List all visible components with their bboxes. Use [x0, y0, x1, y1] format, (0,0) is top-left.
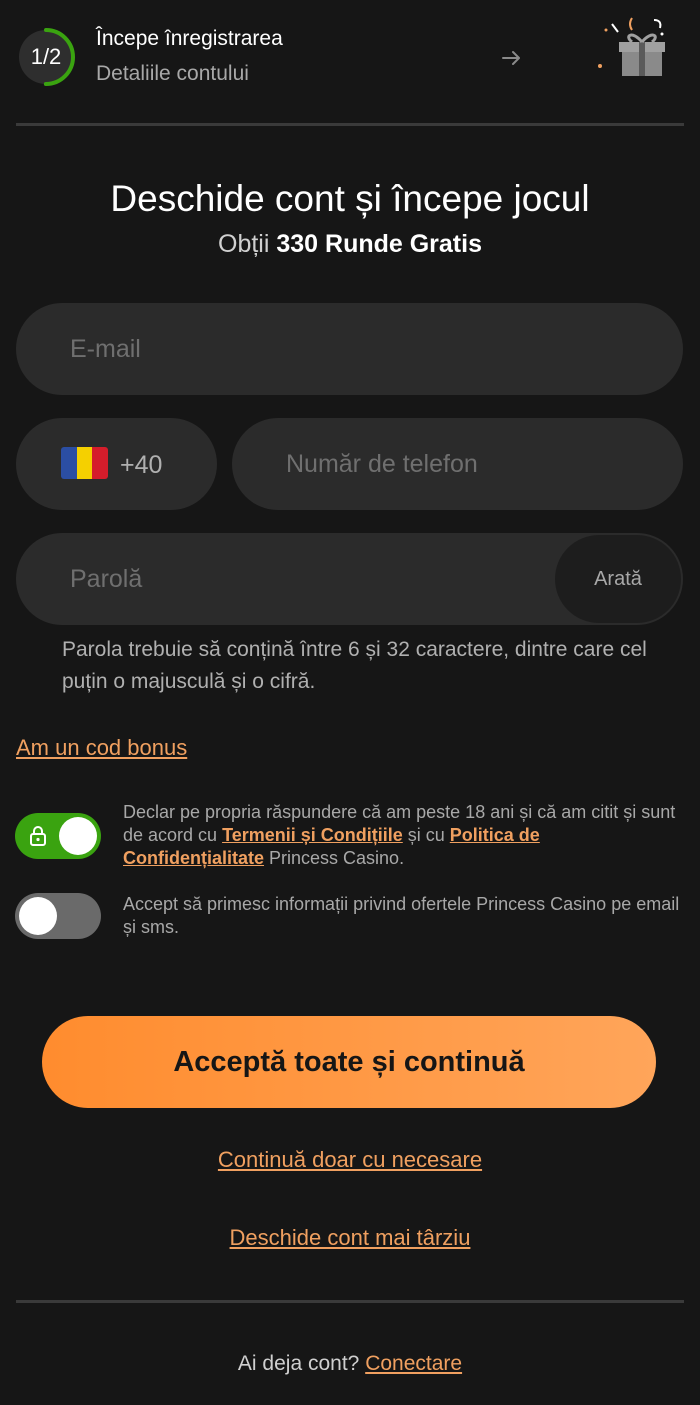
romania-flag-icon [61, 447, 108, 479]
continue-necessary-link: Continuă doar cu necesare [0, 1147, 700, 1173]
footer-question: Ai deja cont? [237, 1352, 366, 1375]
continue-necessary-link-text[interactable]: Continuă doar cu necesare [218, 1147, 482, 1172]
page-title: Deschide cont și începe jocul [110, 178, 590, 219]
header-subtitle: Detaliile contului [96, 62, 249, 85]
footer-divider [16, 1300, 684, 1303]
terms-text-3: Princess Casino. [264, 848, 405, 868]
terms-link[interactable]: Termenii și Condițiile [222, 825, 403, 845]
marketing-consent-text: Accept să primesc informații privind ofe… [123, 894, 680, 937]
flag-stripe [76, 447, 93, 479]
toggle-knob [59, 817, 97, 855]
bonus-code-link[interactable]: Am un cod bonus [16, 735, 187, 761]
terms-toggle[interactable] [15, 813, 101, 859]
open-account-later-link-text[interactable]: Deschide cont mai târziu [230, 1225, 471, 1250]
country-code-select[interactable]: +40 [16, 418, 217, 510]
country-code: +40 [120, 451, 163, 479]
show-password-button[interactable]: Arată [555, 535, 681, 623]
email-input[interactable] [16, 303, 683, 395]
password-hint: Parola trebuie să conțină între 6 și 32 … [62, 638, 647, 693]
subtitle-bonus: 330 Runde Gratis [276, 230, 482, 258]
login-link[interactable]: Conectare [365, 1352, 462, 1375]
page-subtitle: Obții 330 Runde Gratis [0, 230, 700, 259]
header-divider [16, 123, 684, 126]
arrow-right-icon[interactable] [500, 46, 524, 70]
footer: Ai deja cont? Conectare [0, 1352, 700, 1376]
phone-input[interactable] [232, 418, 683, 510]
flag-stripe [92, 447, 108, 479]
marketing-toggle[interactable] [15, 893, 101, 939]
header-title: Începe înregistrarea [96, 27, 283, 50]
step-indicator: 1/2 [30, 44, 62, 69]
accept-all-continue-button[interactable]: Acceptă toate și continuă [42, 1016, 656, 1108]
terms-consent-text: Declar pe propria răspundere că am peste… [123, 801, 683, 870]
open-account-later-link: Deschide cont mai târziu [0, 1225, 700, 1251]
subtitle-prefix: Obții [218, 230, 277, 258]
flag-stripe [61, 447, 77, 479]
terms-text-2: și cu [402, 825, 450, 845]
toggle-knob [19, 897, 57, 935]
lock-icon [30, 826, 46, 846]
gift-icon[interactable] [592, 12, 672, 84]
